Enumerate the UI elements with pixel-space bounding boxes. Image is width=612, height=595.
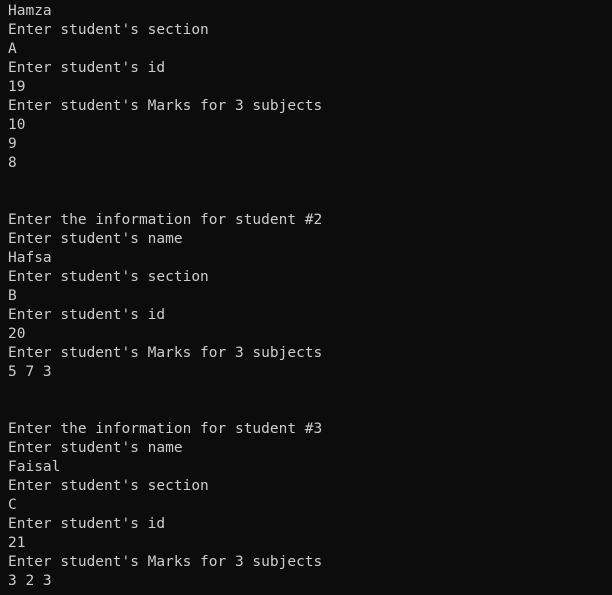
- terminal-line: Enter student's section: [8, 269, 209, 285]
- terminal-line: 21: [8, 535, 26, 551]
- terminal-line: 19: [8, 79, 26, 95]
- terminal-line: 9: [8, 136, 17, 152]
- terminal-line: Enter the information for student #3: [8, 421, 323, 437]
- terminal-window[interactable]: Hamza Enter student's section A Enter st…: [0, 0, 612, 595]
- terminal-line: Faisal: [8, 459, 61, 475]
- terminal-line: 5 7 3: [8, 364, 52, 380]
- terminal-line: Enter student's id: [8, 307, 166, 323]
- terminal-line: B: [8, 288, 17, 304]
- terminal-line: Enter student's Marks for 3 subjects: [8, 554, 323, 570]
- terminal-line: Enter student's name: [8, 231, 183, 247]
- terminal-line: 3 2 3: [8, 573, 52, 589]
- terminal-line: Enter student's Marks for 3 subjects: [8, 98, 323, 114]
- terminal-line: 20: [8, 326, 26, 342]
- terminal-line: C: [8, 497, 17, 513]
- terminal-output: Hamza Enter student's section A Enter st…: [8, 2, 322, 595]
- terminal-line: 10: [8, 117, 26, 133]
- terminal-line: Enter student's Marks for 3 subjects: [8, 345, 323, 361]
- terminal-line: Hafsa: [8, 250, 52, 266]
- terminal-line: A: [8, 41, 17, 57]
- terminal-line: 8: [8, 155, 17, 171]
- terminal-line: Enter student's section: [8, 478, 209, 494]
- terminal-line: Enter the information for student #2: [8, 212, 323, 228]
- terminal-line: Hamza: [8, 3, 52, 19]
- terminal-line: Enter student's id: [8, 516, 166, 532]
- terminal-line: Enter student's section: [8, 22, 209, 38]
- terminal-line: Enter student's name: [8, 440, 183, 456]
- terminal-line: Enter student's id: [8, 60, 166, 76]
